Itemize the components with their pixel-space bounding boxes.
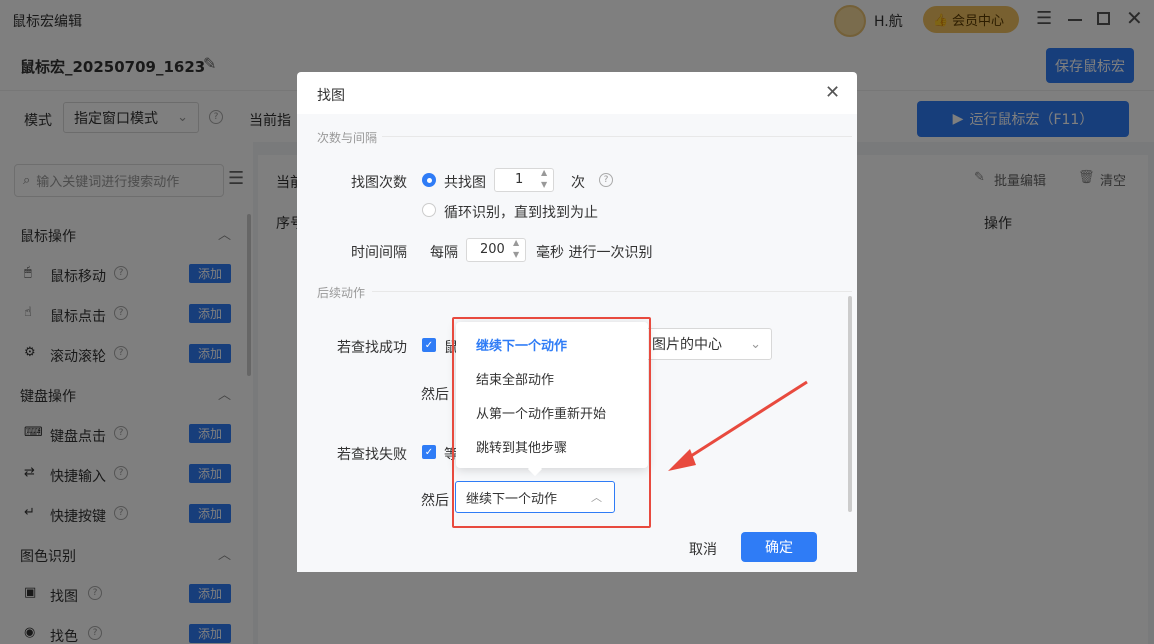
loop-radio[interactable] <box>422 203 436 217</box>
help-icon[interactable]: ? <box>599 173 613 187</box>
section-count-interval: 次数与间隔 <box>317 131 378 145</box>
arrow-head <box>668 449 696 471</box>
success-checkbox[interactable]: ✓ <box>422 338 436 352</box>
every-label: 每隔 <box>430 245 458 261</box>
fail-then-label: 然后 <box>421 493 449 509</box>
fail-checkbox[interactable]: ✓ <box>422 445 436 459</box>
annotation-arrow <box>668 380 808 471</box>
loop-radio-label[interactable]: 循环识别，直到找到为止 <box>444 202 598 222</box>
interval-label: 时间间隔 <box>351 245 407 261</box>
interval-suffix: 毫秒 进行一次识别 <box>536 245 653 261</box>
chevron-up-icon[interactable]: ▲ <box>513 238 519 247</box>
count-radio[interactable] <box>422 173 436 187</box>
chevron-down-icon[interactable]: ▼ <box>513 250 519 259</box>
count-label: 找图次数 <box>351 175 407 191</box>
success-then-label: 然后 <box>421 387 449 403</box>
count-stepper[interactable]: 1 ▲ ▼ <box>494 168 554 192</box>
divider <box>372 291 852 292</box>
fail-label: 若查找失败 <box>337 447 407 463</box>
cancel-button[interactable]: 取消 <box>689 539 717 559</box>
chevron-down-icon[interactable]: ▼ <box>541 180 547 189</box>
dialog-title: 找图 <box>317 88 345 104</box>
close-icon[interactable]: ✕ <box>825 82 840 103</box>
arrow-shaft <box>679 380 808 465</box>
interval-stepper[interactable]: 200 ▲ ▼ <box>466 238 526 262</box>
chevron-up-icon[interactable]: ▲ <box>541 168 547 177</box>
count-radio-label[interactable]: 共找图 <box>444 172 486 192</box>
success-label: 若查找成功 <box>337 340 407 356</box>
divider <box>382 136 852 137</box>
annotation-highlight-box <box>452 317 651 528</box>
success-position-select[interactable]: 图片的中心 ⌄ <box>637 328 772 360</box>
dialog-scrollbar[interactable] <box>848 296 852 512</box>
chevron-down-icon: ⌄ <box>750 336 761 352</box>
count-unit: 次 <box>571 175 585 191</box>
section-follow-up: 后续动作 <box>317 286 366 300</box>
confirm-button[interactable]: 确定 <box>741 532 817 562</box>
